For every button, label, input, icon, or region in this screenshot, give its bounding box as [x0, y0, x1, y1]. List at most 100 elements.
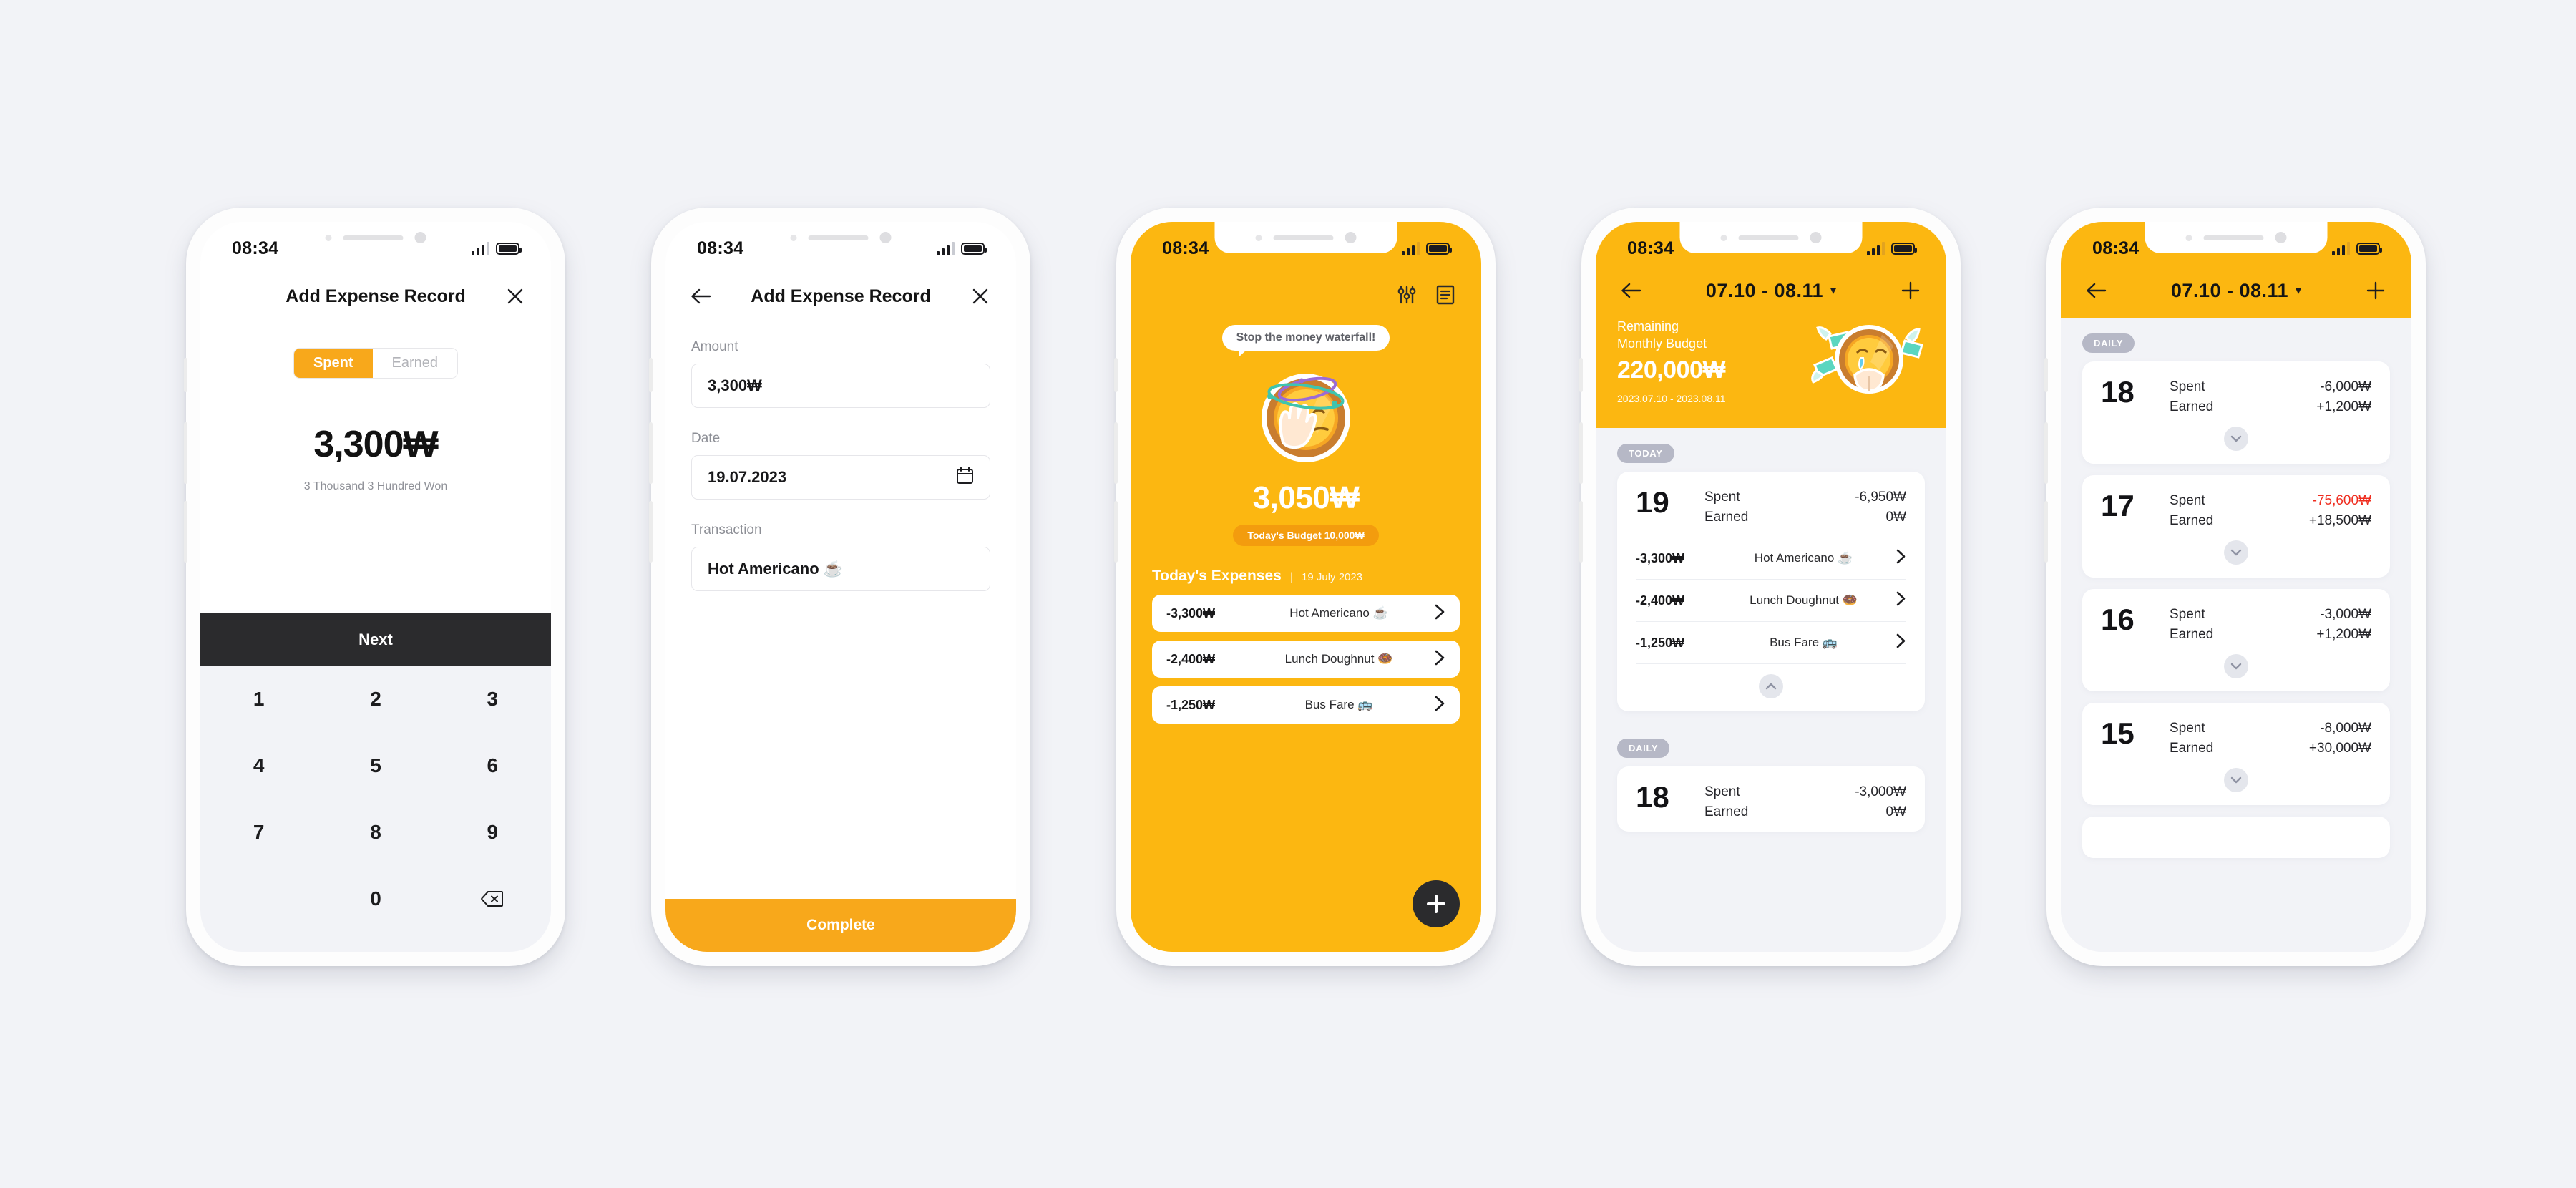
spent-value: -6,950₩: [1855, 490, 1906, 505]
nav-bar: Add Expense Record: [200, 275, 551, 315]
key-7[interactable]: 7: [253, 821, 265, 844]
transaction-amount: -1,250₩: [1636, 635, 1685, 650]
amount-display: 3,300₩: [313, 424, 438, 465]
chevron-right-icon[interactable]: [1896, 591, 1906, 610]
date-range-selector[interactable]: 07.10 - 08.11 ▾: [2171, 280, 2301, 302]
earpiece-speaker: [343, 235, 404, 240]
key-8[interactable]: 8: [370, 821, 381, 844]
amount-field-label: Amount: [691, 339, 738, 354]
key-9[interactable]: 9: [487, 821, 499, 844]
nav-bar: [1131, 275, 1481, 313]
key-0[interactable]: 0: [370, 887, 381, 910]
table-row[interactable]: -2,400₩ Lunch Doughnut 🍩: [1636, 580, 1906, 623]
spent-value: -3,000₩: [2320, 607, 2371, 623]
chevron-down-icon[interactable]: [2224, 768, 2248, 793]
device-side-button: [1579, 358, 1583, 392]
signal-icon: [1866, 241, 1885, 255]
chevron-right-icon[interactable]: [1896, 633, 1906, 652]
chevron-up-icon[interactable]: [1759, 674, 1783, 699]
add-record-fab[interactable]: [1413, 880, 1460, 927]
chevron-right-icon[interactable]: [1896, 549, 1906, 568]
remaining-label-line1: Remaining: [1617, 318, 1679, 333]
arrow-left-icon[interactable]: [2085, 279, 2108, 302]
date-range-label: 07.10 - 08.11: [2170, 279, 2289, 301]
front-camera-icon: [2275, 232, 2287, 243]
transaction-name: Lunch Doughnut 🍩: [1750, 593, 1858, 608]
expense-name: Lunch Doughnut 🍩: [1284, 652, 1393, 666]
page-title: Add Expense Record: [286, 286, 466, 306]
device-volume-down-button: [184, 501, 187, 563]
day-card-expanded[interactable]: 19 Spent -6,950₩ Earned 0₩ -3,300₩ Hot A…: [1617, 472, 1925, 712]
screen-add-expense-details: 08:34 Add Expense Record Amount 3,300₩ D…: [665, 222, 1016, 952]
arrow-left-icon[interactable]: [690, 285, 713, 308]
amount-field[interactable]: 3,300₩: [691, 364, 990, 408]
screen-today-dashboard: 08:34 Stop the money waterfall! 3,050₩ T…: [1131, 222, 1481, 952]
plus-icon[interactable]: [2364, 279, 2387, 302]
table-row[interactable]: -3,300₩ Hot Americano ☕: [1636, 537, 1906, 580]
key-6[interactable]: 6: [487, 754, 499, 777]
date-field[interactable]: 19.07.2023: [691, 455, 990, 500]
key-2[interactable]: 2: [370, 688, 381, 711]
sliders-icon[interactable]: [1395, 283, 1418, 306]
chevron-down-icon[interactable]: [2224, 654, 2248, 679]
earned-value: 0₩: [1885, 509, 1907, 525]
key-1[interactable]: 1: [253, 688, 265, 711]
toggle-spent[interactable]: Spent: [293, 349, 373, 378]
next-button[interactable]: Next: [200, 613, 551, 666]
day-card[interactable]: 16 Spent -3,000₩ Earned +1,200₩: [2082, 589, 2390, 692]
showcase-canvas: 08:34 Add Expense Record Spent Earned 3,…: [0, 0, 2576, 1188]
day-card[interactable]: 15 Spent -8,000₩ Earned +30,000₩: [2082, 703, 2390, 806]
battery-icon: [961, 242, 987, 255]
backspace-icon[interactable]: [481, 890, 504, 907]
key-5[interactable]: 5: [370, 754, 381, 777]
sensor-dot-icon: [1720, 234, 1727, 241]
day-card[interactable]: 17 Spent -75,600₩ Earned +18,500₩: [2082, 475, 2390, 578]
phone-mockup-1: 08:34 Add Expense Record Spent Earned 3,…: [184, 208, 565, 966]
date-range-selector[interactable]: 07.10 - 08.11 ▾: [1706, 280, 1836, 302]
table-row[interactable]: -1,250₩ Bus Fare 🚌: [1636, 622, 1906, 665]
close-icon[interactable]: [504, 285, 527, 308]
chevron-down-icon[interactable]: [2224, 540, 2248, 565]
chevron-right-icon[interactable]: [1434, 604, 1445, 623]
phone-mockup-3: 08:34 Stop the money waterfall! 3,050₩ T…: [1114, 208, 1496, 966]
toggle-earned[interactable]: Earned: [372, 349, 458, 378]
day-card[interactable]: 18 Spent -6,000₩ Earned +1,200₩: [2082, 361, 2390, 464]
transaction-name: Hot Americano ☕: [1754, 551, 1853, 565]
day-card-collapsed[interactable]: 18 Spent -3,000₩ Earned 0₩: [1617, 766, 1925, 832]
daily-summary-list: DAILY 18 Spent -6,000₩ Earned +1,200₩ 17…: [2061, 318, 2411, 952]
chevron-down-icon[interactable]: [2224, 427, 2248, 452]
expense-detail-form: Amount 3,300₩ Date 19.07.2023 Transactio…: [665, 315, 1016, 899]
list-item[interactable]: -3,300₩ Hot Americano ☕: [1152, 595, 1460, 632]
close-icon[interactable]: [969, 285, 992, 308]
transaction-name: Bus Fare 🚌: [1770, 636, 1838, 650]
complete-button[interactable]: Complete: [665, 899, 1016, 952]
section-pill-daily: DAILY: [2082, 333, 2135, 353]
day-number: 19: [1636, 485, 1669, 519]
numeric-keypad[interactable]: 1 2 3 4 5 6 7 8 9 0: [200, 666, 551, 952]
chevron-right-icon[interactable]: [1434, 650, 1445, 669]
transaction-field-label: Transaction: [691, 522, 762, 537]
spent-value: -8,000₩: [2320, 721, 2371, 736]
expense-amount: -3,300₩: [1166, 605, 1216, 620]
status-time: 08:34: [232, 238, 279, 258]
type-toggle[interactable]: Spent Earned: [293, 348, 459, 379]
earned-label: Earned: [2170, 512, 2214, 528]
nav-bar: 07.10 - 08.11 ▾: [2082, 275, 2390, 306]
phone-mockup-5: 08:34 07.10 - 08.11 ▾ DAILY 18 Spent -6,…: [2044, 208, 2426, 966]
day-card-partial[interactable]: [2082, 817, 2390, 859]
arrow-left-icon[interactable]: [1620, 279, 1643, 302]
calendar-icon[interactable]: [956, 467, 974, 488]
document-icon[interactable]: [1434, 283, 1457, 306]
earned-value: +1,200₩: [2316, 626, 2371, 642]
screen-daily-list: 08:34 07.10 - 08.11 ▾ DAILY 18 Spent -6,…: [2061, 222, 2411, 952]
battery-icon: [496, 242, 522, 255]
key-3[interactable]: 3: [487, 688, 499, 711]
chevron-right-icon[interactable]: [1434, 696, 1445, 715]
list-item[interactable]: -1,250₩ Bus Fare 🚌: [1152, 686, 1460, 724]
key-4[interactable]: 4: [253, 754, 265, 777]
list-item[interactable]: -2,400₩ Lunch Doughnut 🍩: [1152, 641, 1460, 678]
date-range-label: 07.10 - 08.11: [1705, 279, 1824, 301]
sensor-dot-icon: [790, 234, 797, 241]
transaction-field[interactable]: Hot Americano ☕: [691, 547, 990, 591]
plus-icon[interactable]: [1899, 279, 1922, 302]
